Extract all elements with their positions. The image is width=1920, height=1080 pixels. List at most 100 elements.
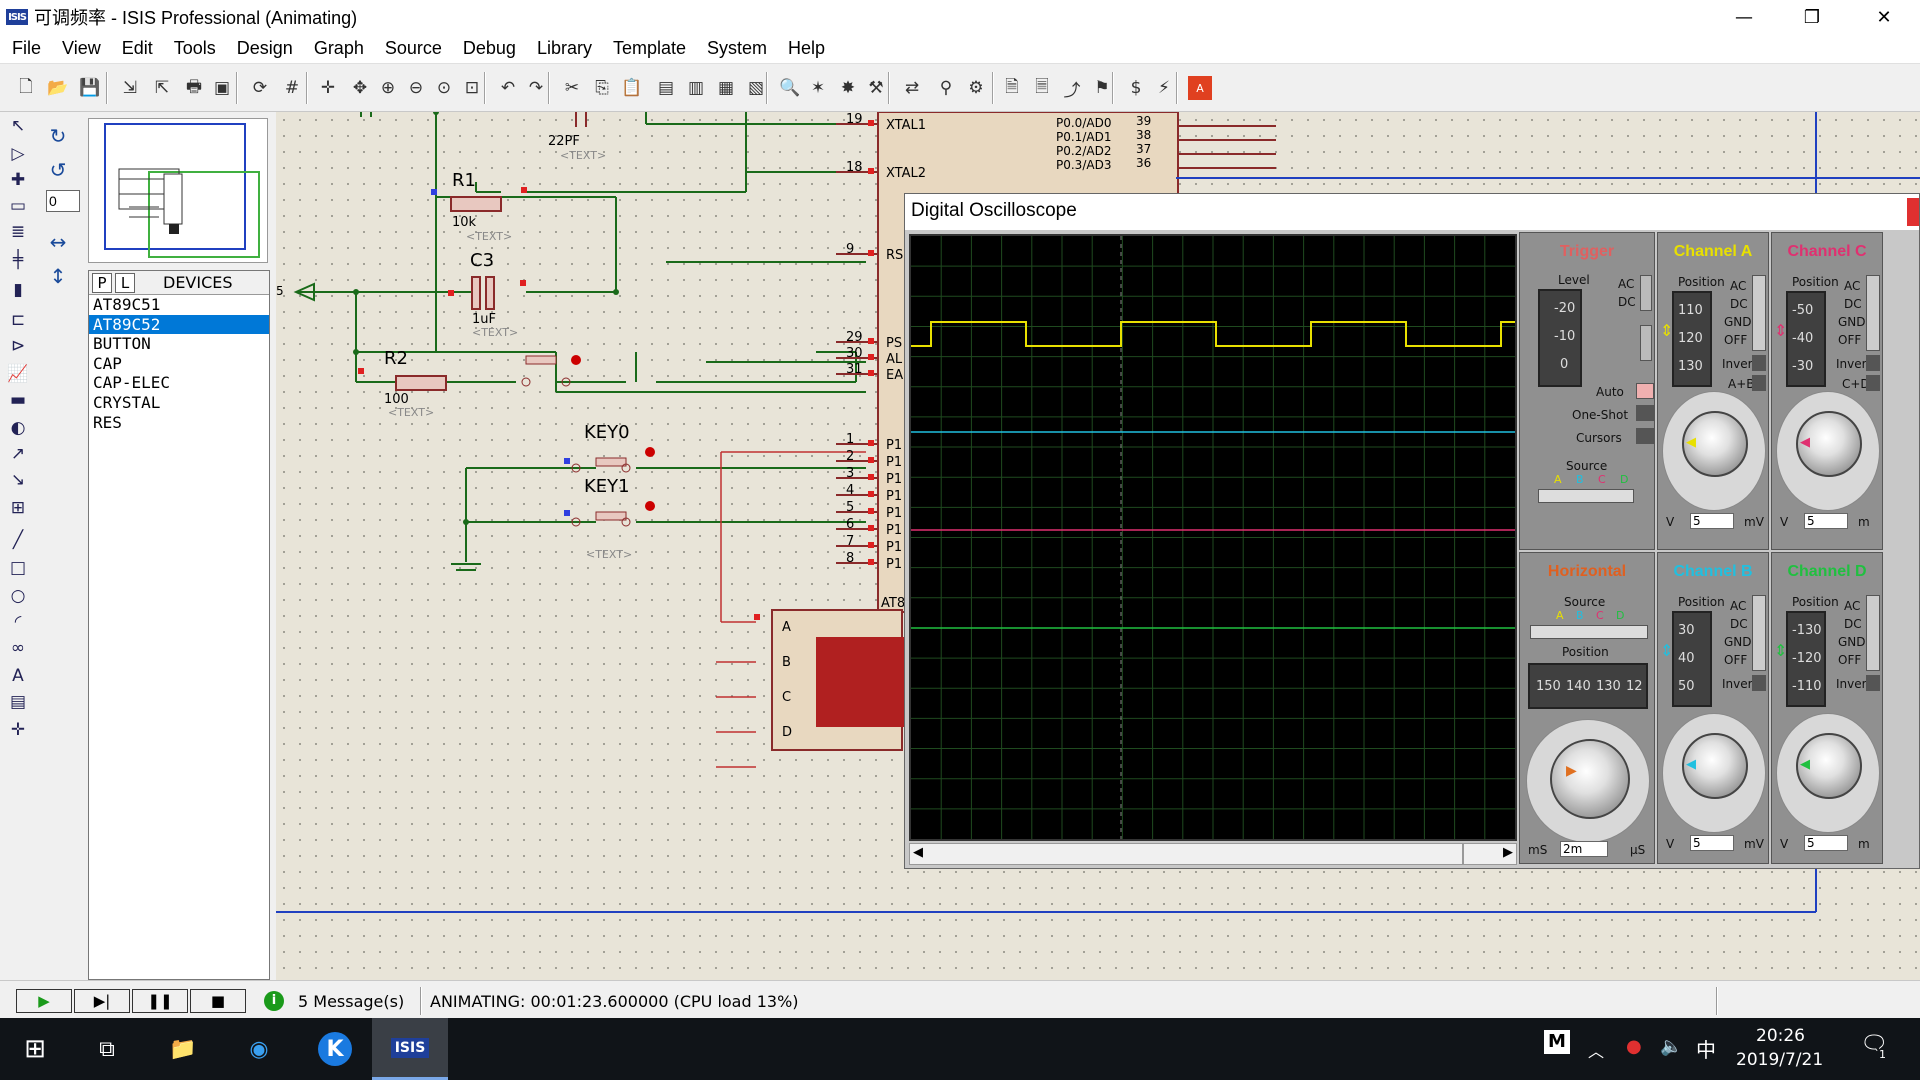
tape-recorder-tool[interactable]: ▬	[6, 388, 30, 412]
channel-a-volts-input[interactable]: 5	[1690, 513, 1734, 529]
channel-a-position-arrow-icon[interactable]: ⇕	[1660, 321, 1673, 340]
zoom-all-button[interactable]: ⊙	[432, 76, 456, 100]
symbol-tool[interactable]: ▤	[6, 690, 30, 714]
open-file-button[interactable]: 📂	[46, 76, 70, 100]
circle-tool[interactable]: ○	[6, 584, 30, 608]
scope-horizontal-scrollbar[interactable]: ◀ ▶	[909, 843, 1517, 865]
text-script-tool[interactable]: ≣	[6, 220, 30, 244]
virtual-instrument-tool[interactable]: ⊞	[6, 496, 30, 520]
channel-d-position-arrow-icon[interactable]: ⇕	[1774, 641, 1787, 660]
task-view-button[interactable]: ⧉	[72, 1018, 142, 1080]
erc-button[interactable]: ⚡	[1152, 76, 1176, 100]
start-button[interactable]: ⊞	[0, 1018, 70, 1080]
rotate-cw-button[interactable]: ↻	[46, 124, 70, 148]
device-item[interactable]: AT89C51	[89, 295, 269, 315]
menu-system[interactable]: System	[707, 38, 767, 59]
scroll-thumb[interactable]	[1462, 844, 1464, 864]
horizontal-source-slider[interactable]	[1530, 625, 1648, 639]
rotation-angle-input[interactable]	[46, 190, 80, 212]
grid-button[interactable]: #	[280, 76, 304, 100]
play-button[interactable]: ▶	[16, 989, 72, 1013]
new-file-button[interactable]: 🗋	[14, 76, 38, 100]
device-item[interactable]: RES	[89, 413, 269, 433]
cut-button[interactable]: ✂	[560, 76, 584, 100]
channel-a-combine-toggle[interactable]	[1752, 375, 1766, 391]
app-k-button[interactable]: K	[300, 1018, 370, 1080]
exit-parent-button[interactable]: ⤴	[1060, 76, 1084, 101]
channel-b-position-display[interactable]: 30 40 50	[1672, 611, 1712, 707]
trigger-cursors-toggle[interactable]	[1636, 428, 1654, 444]
trigger-edge-switch[interactable]	[1640, 325, 1652, 361]
subcircuit-tool[interactable]: ▮	[6, 278, 30, 302]
path-tool[interactable]: ∞	[6, 636, 30, 660]
menu-source[interactable]: Source	[385, 38, 442, 59]
oscilloscope-window[interactable]: Digital Oscilloscope ◀ ▶ Trigger Level -…	[904, 193, 1920, 869]
component-mode-tool[interactable]: ▷	[6, 142, 30, 166]
restore-button[interactable]: ❐	[1784, 0, 1840, 34]
channel-b-invert-toggle[interactable]	[1752, 675, 1766, 691]
channel-b-volts-input[interactable]: 5	[1690, 835, 1734, 851]
device-item[interactable]: AT89C52	[89, 314, 269, 335]
pick-devices-button[interactable]: P	[92, 272, 112, 293]
channel-b-position-arrow-icon[interactable]: ⇕	[1660, 641, 1673, 660]
library-manager-button[interactable]: L	[115, 272, 135, 293]
line-tool[interactable]: ╱	[6, 528, 30, 552]
channel-d-coupling-switch[interactable]	[1866, 595, 1880, 671]
arc-tool[interactable]: ◜	[6, 610, 30, 634]
menu-edit[interactable]: Edit	[122, 38, 153, 59]
search-tag-button[interactable]: ⚲	[934, 76, 958, 100]
channel-d-position-display[interactable]: -130 -120 -110	[1786, 611, 1826, 707]
device-item[interactable]: BUTTON	[89, 334, 269, 354]
netlist-button[interactable]: ⚑	[1090, 76, 1114, 100]
volume-icon[interactable]: 🔈	[1660, 1036, 1682, 1057]
channel-c-coupling-switch[interactable]	[1866, 275, 1880, 351]
timebase-knob[interactable]	[1550, 739, 1630, 819]
block-copy-button[interactable]: ▤	[654, 76, 678, 100]
oscilloscope-close-edge[interactable]	[1907, 198, 1919, 226]
menu-tools[interactable]: Tools	[174, 38, 216, 59]
stop-button[interactable]: ■	[190, 989, 246, 1013]
timebase-input[interactable]: 2m	[1560, 841, 1608, 857]
minimize-button[interactable]: —	[1716, 0, 1772, 34]
decompose-button[interactable]: ⚒	[864, 76, 888, 100]
trigger-level-display[interactable]: -20 -10 0	[1538, 289, 1582, 387]
menu-design[interactable]: Design	[237, 38, 293, 59]
redo-button[interactable]: ↷	[524, 76, 548, 100]
clock-time[interactable]: 20:26	[1756, 1026, 1805, 1046]
junction-tool[interactable]: ✚	[6, 168, 30, 192]
channel-c-volts-input[interactable]: 5	[1804, 513, 1848, 529]
channel-d-volts-input[interactable]: 5	[1804, 835, 1848, 851]
undo-button[interactable]: ↶	[496, 76, 520, 100]
select-mode-tool[interactable]: ↖	[6, 114, 30, 138]
bom-button[interactable]: $	[1124, 76, 1148, 100]
step-button[interactable]: ▶|	[74, 989, 130, 1013]
marker-tool[interactable]: ✛	[6, 718, 30, 742]
messages-count[interactable]: 5 Message(s)	[298, 992, 404, 1011]
zoom-out-button[interactable]: ⊖	[404, 76, 428, 100]
print-button[interactable]: 🖶	[182, 76, 206, 100]
origin-button[interactable]: ✛	[316, 76, 340, 100]
block-move-button[interactable]: ▥	[684, 76, 708, 100]
pick-device-button[interactable]: 🔍	[778, 76, 802, 100]
mirror-y-button[interactable]: ↕	[46, 264, 70, 288]
paste-button[interactable]: 📋	[620, 76, 644, 100]
block-delete-button[interactable]: ▧	[744, 76, 768, 100]
import-button[interactable]: ⇲	[118, 76, 142, 100]
channel-a-position-display[interactable]: 110 120 130	[1672, 291, 1712, 387]
wire-label-tool[interactable]: ▭	[6, 194, 30, 218]
new-sheet-button[interactable]: 🗎	[1000, 76, 1024, 100]
menu-library[interactable]: Library	[537, 38, 592, 59]
save-button[interactable]: 💾	[78, 76, 102, 100]
file-explorer-button[interactable]: 📁	[148, 1018, 218, 1080]
isis-taskbar-button[interactable]: ISIS	[372, 1018, 448, 1080]
channel-c-position-display[interactable]: -50 -40 -30	[1786, 291, 1826, 387]
terminal-tool[interactable]: ⊏	[6, 308, 30, 332]
current-probe-tool[interactable]: ↘	[6, 468, 30, 492]
trigger-auto-toggle[interactable]	[1636, 383, 1654, 399]
mirror-x-button[interactable]: ↔	[46, 230, 70, 254]
clock-date[interactable]: 2019/7/21	[1736, 1050, 1823, 1070]
close-button[interactable]: ✕	[1856, 0, 1912, 34]
channel-d-invert-toggle[interactable]	[1866, 675, 1880, 691]
overview-window[interactable]	[88, 118, 268, 263]
m-tray-icon[interactable]: M	[1544, 1030, 1570, 1054]
